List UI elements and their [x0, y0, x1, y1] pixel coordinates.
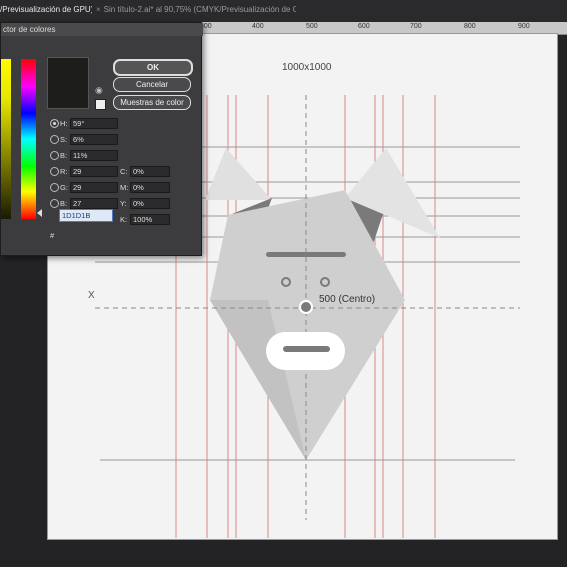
color-picker-dialog[interactable]: ctor de colores ◉ OK Cancelar Muestras d…	[0, 22, 203, 256]
field-r[interactable]: R: 29	[50, 166, 120, 177]
field-label: B:	[60, 199, 68, 208]
hex-label: #	[50, 231, 55, 240]
ok-button[interactable]: OK	[113, 59, 193, 76]
field-label: B:	[60, 151, 68, 160]
artboard-size-label: 1000x1000	[282, 62, 332, 73]
radio-blue[interactable]	[50, 199, 59, 208]
field-label: K:	[120, 215, 128, 224]
dialog-title: ctor de colores	[1, 23, 203, 36]
field-value-input[interactable]: 6%	[70, 134, 118, 145]
field-value-input[interactable]: 59°	[70, 118, 118, 129]
field-value-input[interactable]: 0%	[130, 166, 170, 177]
radio-r[interactable]	[50, 167, 59, 176]
radio-h[interactable]	[50, 119, 59, 128]
center-label: 500 (Centro)	[319, 294, 376, 305]
field-label: H:	[60, 119, 68, 128]
field-label: Y:	[120, 199, 127, 208]
field-value-input[interactable]: 27	[70, 198, 118, 209]
center-point	[301, 302, 311, 312]
field-b[interactable]: B: 11%	[50, 150, 120, 161]
field-g[interactable]: G: 29	[50, 182, 120, 193]
field-h[interactable]: H: 59°	[50, 118, 120, 129]
x-axis-label: X	[88, 290, 95, 301]
field-c[interactable]: C: 0%	[120, 166, 180, 177]
field-value-input[interactable]: 29	[70, 166, 118, 177]
selected-color-swatch	[47, 57, 89, 109]
field-value-input[interactable]: 0%	[130, 182, 170, 193]
web-safe-swatch[interactable]	[95, 99, 106, 110]
field-label: C:	[120, 167, 128, 176]
hex-input[interactable]: 1D1D1B	[59, 209, 113, 222]
field-value-input[interactable]: 0%	[130, 198, 170, 209]
field-value-input[interactable]: 29	[70, 182, 118, 193]
mouth-line	[283, 346, 330, 352]
field-label: S:	[60, 135, 68, 144]
cancel-button[interactable]: Cancelar	[113, 77, 191, 92]
hue-slider-handle[interactable]	[37, 209, 42, 217]
radio-s[interactable]	[50, 135, 59, 144]
field-value-input[interactable]: 11%	[70, 150, 118, 161]
field-k[interactable]: K: 100%	[120, 214, 180, 225]
color-field[interactable]	[1, 59, 11, 219]
field-label: G:	[60, 183, 68, 192]
field-m[interactable]: M: 0%	[120, 182, 180, 193]
field-s[interactable]: S: 6%	[50, 134, 120, 145]
field-y[interactable]: Y: 0%	[120, 198, 180, 209]
field-value-input[interactable]: 100%	[130, 214, 170, 225]
left-ear	[205, 148, 272, 200]
field-label: R:	[60, 167, 68, 176]
hue-slider[interactable]	[21, 59, 36, 219]
radio-g[interactable]	[50, 183, 59, 192]
field-label: M:	[120, 183, 129, 192]
radio-b[interactable]	[50, 151, 59, 160]
field-blue[interactable]: B: 27	[50, 198, 120, 209]
color-swatches-button[interactable]: Muestras de color	[113, 95, 191, 110]
out-of-gamut-icon[interactable]: ◉	[95, 85, 103, 96]
